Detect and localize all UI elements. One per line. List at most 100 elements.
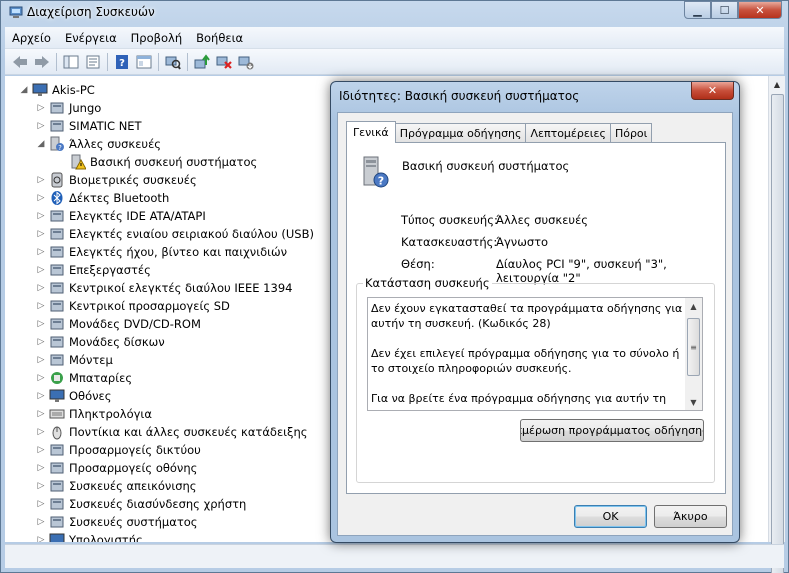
- tree-category-item[interactable]: ▷ Ελεγκτές ήχου, βίντεο και παιχνιδιών: [36, 243, 288, 261]
- expand-arrow-icon[interactable]: ▷: [36, 283, 46, 293]
- tree-category-item[interactable]: ▷ Ελεγκτές IDE ATA/ATAPI: [36, 207, 206, 225]
- tree-category-item[interactable]: ▷ Συσκευές απεικόνισης: [36, 477, 197, 495]
- uninstall-button[interactable]: [213, 52, 235, 72]
- tab-details[interactable]: Λεπτομέρειες: [525, 123, 611, 142]
- help-button[interactable]: ?: [111, 52, 133, 72]
- cancel-button[interactable]: Άκυρο: [654, 505, 727, 528]
- expand-arrow-icon[interactable]: ▷: [36, 121, 46, 131]
- device-status-textbox[interactable]: Δεν έχουν εγκατασταθεί τα προγράμματα οδ…: [367, 297, 703, 411]
- expand-arrow-icon[interactable]: ▷: [36, 499, 46, 509]
- tree-category-item[interactable]: ▷ Jungo: [36, 99, 102, 117]
- expand-arrow-icon[interactable]: ▷: [36, 265, 46, 275]
- collapse-arrow-icon[interactable]: ◢: [19, 85, 29, 95]
- disable-button[interactable]: [235, 52, 257, 72]
- scroll-thumb[interactable]: [771, 94, 784, 573]
- back-arrow-icon: [13, 55, 27, 68]
- close-icon: ✕: [707, 84, 718, 97]
- tree-category-item[interactable]: ▷ Κεντρικοί ελεγκτές διαύλου IEEE 1394: [36, 279, 293, 297]
- tree-category-item[interactable]: ◢? Άλλες συσκευές: [36, 135, 161, 153]
- network-adapter-icon: [49, 442, 65, 458]
- tree-root[interactable]: ◢ Akis-PC: [19, 81, 95, 99]
- tab-resources[interactable]: Πόροι: [609, 123, 653, 142]
- svg-text:?: ?: [378, 175, 384, 188]
- tree-category-item[interactable]: ▷ Μόντεμ: [36, 351, 113, 369]
- status-bar: [5, 544, 784, 568]
- tab-general[interactable]: Γενικά: [346, 121, 396, 143]
- collapse-arrow-icon[interactable]: ◢: [36, 139, 46, 149]
- scroll-up-arrow-icon[interactable]: ▲: [769, 76, 785, 93]
- expand-arrow-icon[interactable]: ▷: [36, 337, 46, 347]
- tree-item-label: Μόντεμ: [69, 353, 113, 367]
- tree-item-label: Ποντίκια και άλλες συσκευές κατάδειξης: [69, 425, 308, 439]
- view-button[interactable]: [133, 52, 155, 72]
- tree-category-item[interactable]: ▷ Μπαταρίες: [36, 369, 133, 387]
- ok-button[interactable]: OK: [574, 505, 647, 528]
- expand-arrow-icon[interactable]: ▷: [36, 445, 46, 455]
- update-driver-toolbar-button[interactable]: [191, 52, 213, 72]
- forward-button[interactable]: [31, 52, 53, 72]
- tree-category-item[interactable]: ▷ SIMATIC NET: [36, 117, 142, 135]
- expand-arrow-icon[interactable]: ▷: [36, 427, 46, 437]
- tree-category-item[interactable]: ▷ Υπολογιστής: [36, 531, 143, 542]
- tree-category-item[interactable]: ▷ Προσαρμογείς οθόνης: [36, 459, 198, 477]
- tree-category-item[interactable]: ▷ Βιομετρικές συσκευές: [36, 171, 197, 189]
- expand-arrow-icon[interactable]: ▷: [36, 103, 46, 113]
- expand-arrow-icon[interactable]: ▷: [36, 229, 46, 239]
- tree-child-item[interactable]: Βασική συσκευή συστήματος: [57, 153, 257, 171]
- expand-arrow-icon[interactable]: ▷: [36, 247, 46, 257]
- tree-category-item[interactable]: ▷ Επεξεργαστές: [36, 261, 151, 279]
- tree-vertical-scrollbar[interactable]: ▲: [768, 76, 785, 573]
- expand-arrow-icon[interactable]: ▷: [36, 391, 46, 401]
- back-button[interactable]: [9, 52, 31, 72]
- tree-category-item[interactable]: ▷ Δέκτες Bluetooth: [36, 189, 169, 207]
- console-tree-icon: [63, 55, 79, 68]
- expand-arrow-icon[interactable]: ▷: [36, 355, 46, 365]
- location-label: Θέση:: [401, 257, 435, 271]
- tree-category-item[interactable]: ▷ Κεντρικοί προσαρμογείς SD: [36, 297, 230, 315]
- tree-item-label: Ελεγκτές ήχου, βίντεο και παιχνιδιών: [69, 245, 288, 259]
- expand-arrow-icon[interactable]: ▷: [36, 193, 46, 203]
- tree-category-item[interactable]: ▷ Πληκτρολόγια: [36, 405, 152, 423]
- menu-file[interactable]: Αρχείο: [5, 31, 58, 45]
- title-bar[interactable]: Διαχείριση Συσκευών ▁ ☐ ✕: [1, 1, 788, 25]
- tree-category-item[interactable]: ▷ Μονάδες δίσκων: [36, 333, 165, 351]
- toolbar-separator: [158, 52, 159, 71]
- close-window-button[interactable]: ✕: [738, 1, 782, 19]
- usb-icon: [49, 226, 65, 242]
- tree-category-item[interactable]: ▷ Ελεγκτές ενιαίου σειριακού διαύλου (USB…: [36, 225, 314, 243]
- maximize-button[interactable]: ☐: [711, 1, 738, 19]
- menu-help[interactable]: Βοήθεια: [189, 31, 250, 45]
- show-hide-tree-button[interactable]: [60, 52, 82, 72]
- scan-hardware-button[interactable]: [162, 52, 184, 72]
- properties-view-button[interactable]: [82, 52, 104, 72]
- expand-arrow-icon[interactable]: ▷: [36, 301, 46, 311]
- status-scrollbar[interactable]: ▲ ≡ ▼: [685, 298, 702, 410]
- menu-action[interactable]: Ενέργεια: [58, 31, 124, 45]
- tree-category-item[interactable]: ▷ Οθόνες: [36, 387, 112, 405]
- tree-item-label: Οθόνες: [69, 389, 112, 403]
- tree-category-item[interactable]: ▷ Μονάδες DVD/CD-ROM: [36, 315, 201, 333]
- expand-arrow-icon[interactable]: ▷: [36, 409, 46, 419]
- expand-arrow-icon[interactable]: ▷: [36, 211, 46, 221]
- minimize-button[interactable]: ▁: [684, 1, 711, 19]
- expand-arrow-icon[interactable]: ▷: [36, 463, 46, 473]
- scroll-down-icon[interactable]: ▼: [685, 394, 702, 410]
- tree-category-item[interactable]: ▷ Προσαρμογείς δικτύου: [36, 441, 201, 459]
- dialog-close-button[interactable]: ✕: [691, 82, 734, 100]
- expand-arrow-icon[interactable]: ▷: [36, 319, 46, 329]
- update-driver-button[interactable]: πμέρωση προγράμματος οδήγησης: [520, 419, 704, 442]
- scroll-up-icon[interactable]: ▲: [685, 298, 702, 314]
- menu-view[interactable]: Προβολή: [124, 31, 189, 45]
- scroll-thumb[interactable]: ≡: [687, 318, 700, 376]
- expand-arrow-icon[interactable]: ▷: [36, 517, 46, 527]
- tab-driver[interactable]: Πρόγραμμα οδήγησης: [394, 123, 527, 142]
- tree-item-label: Βασική συσκευή συστήματος: [90, 155, 258, 169]
- tree-category-item[interactable]: ▷ Συσκευές συστήματος: [36, 513, 198, 531]
- tree-category-item[interactable]: ▷ Ποντίκια και άλλες συσκευές κατάδειξης: [36, 423, 308, 441]
- expand-arrow-icon[interactable]: ▷: [36, 481, 46, 491]
- expand-arrow-icon[interactable]: ▷: [36, 535, 46, 542]
- tree-category-item[interactable]: ▷ Συσκευές διασύνδεσης χρήστη: [36, 495, 247, 513]
- disable-device-icon: [238, 56, 254, 69]
- expand-arrow-icon[interactable]: ▷: [36, 175, 46, 185]
- expand-arrow-icon[interactable]: ▷: [36, 373, 46, 383]
